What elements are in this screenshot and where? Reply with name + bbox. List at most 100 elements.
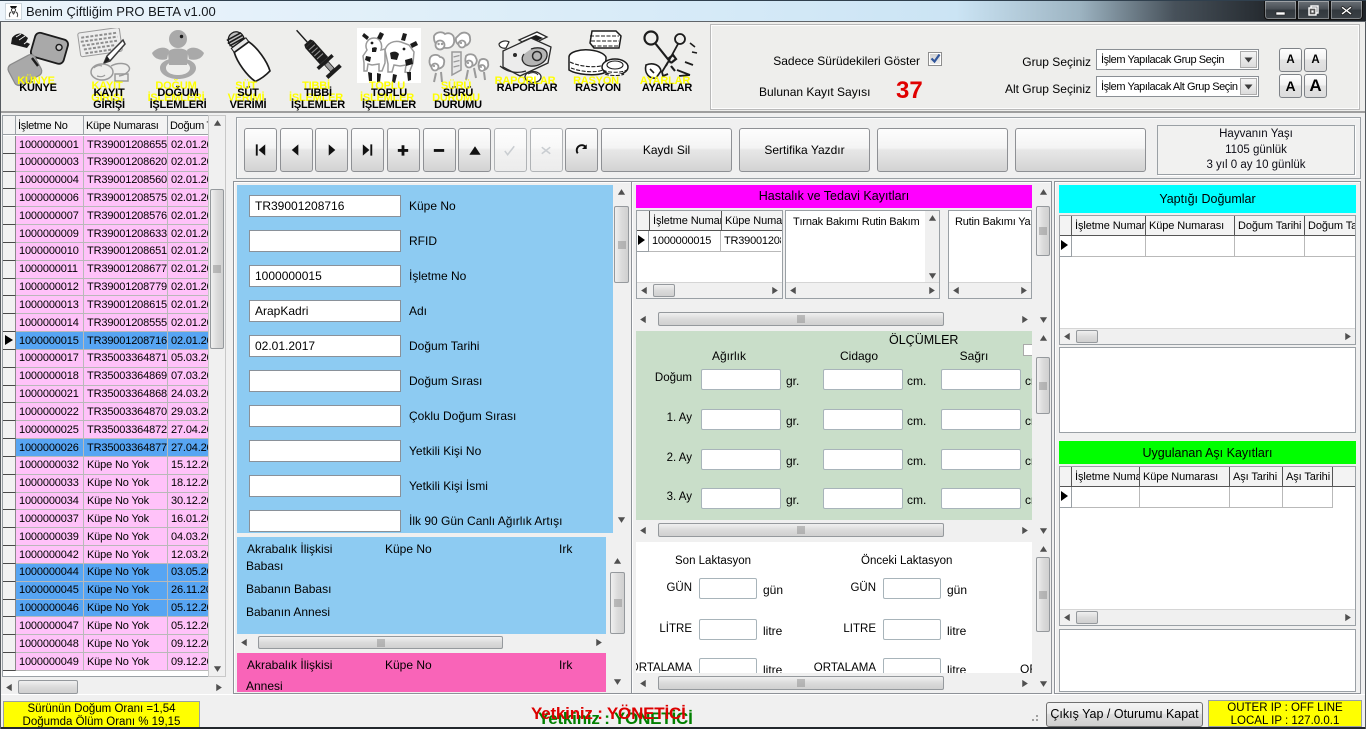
vaccines-col3[interactable]: Aşı Tarihi (1230, 467, 1283, 486)
cell-isletme-no[interactable]: 1000000048 (16, 635, 84, 653)
scroll-thumb[interactable] (258, 636, 503, 649)
cell-isletme-no[interactable]: 1000000017 (16, 350, 84, 368)
scroll-left-arrow[interactable] (636, 311, 651, 327)
animal-row[interactable]: 1000000001TR3900120865502.01.20 (3, 136, 208, 154)
scroll-down-arrow[interactable] (609, 674, 626, 689)
cell-kupe-no[interactable]: TR39001208615 (84, 296, 168, 314)
scroll-thumb[interactable] (18, 680, 78, 694)
meas-sagri-3[interactable] (941, 449, 1021, 470)
lakt-input2-2[interactable] (883, 619, 941, 640)
cell-kupe-no[interactable]: Küpe No Yok (84, 653, 168, 671)
cell-dogum-tarihi[interactable]: 30.12.20 (168, 493, 208, 511)
scroll-thumb[interactable] (1036, 206, 1050, 256)
scroll-left-arrow[interactable] (636, 522, 651, 538)
health-cell-kupe[interactable]: TR39001208 (721, 231, 781, 252)
cell-dogum-tarihi[interactable]: 02.01.20 (168, 136, 208, 154)
lakt-input-2[interactable] (699, 619, 757, 640)
cell-isletme-no[interactable]: 1000000015 (16, 332, 84, 350)
cell-isletme-no[interactable]: 1000000014 (16, 314, 84, 332)
scroll-left-arrow[interactable] (1060, 610, 1075, 625)
cell-isletme-no[interactable]: 1000000047 (16, 617, 84, 635)
meas-weight-4[interactable] (701, 488, 781, 509)
font-normal-button[interactable]: A (1304, 48, 1327, 72)
cell-kupe-no[interactable]: TR35003364871 (84, 350, 168, 368)
nav-edit-button[interactable] (458, 128, 491, 172)
health-memo-2[interactable]: Rutin Bakımı Yapı (948, 210, 1032, 299)
cell-dogum-tarihi[interactable]: 04.03.20 (168, 528, 208, 546)
cell-kupe-no[interactable]: TR39001208576 (84, 207, 168, 225)
form-field-2[interactable] (249, 230, 401, 252)
cell-kupe-no[interactable]: TR39001208560 (84, 172, 168, 190)
cell-dogum-tarihi[interactable]: 02.01.20 (168, 332, 208, 350)
cell-isletme-no[interactable]: 1000000044 (16, 564, 84, 582)
animal-row[interactable]: 1000000022TR3500336487029.03.20 (3, 403, 208, 421)
scroll-left-arrow[interactable] (637, 283, 652, 298)
cell-kupe-no[interactable]: Küpe No Yok (84, 600, 168, 618)
animal-row[interactable]: 1000000026TR3500336487727.04.20 (3, 439, 208, 457)
group-select-arrow[interactable] (1240, 51, 1257, 68)
vaccines-cell3[interactable] (1230, 487, 1283, 508)
meas-sagri-1[interactable] (941, 369, 1021, 390)
cell-kupe-no[interactable]: TR35003364868 (84, 386, 168, 404)
cell-kupe-no[interactable]: Küpe No Yok (84, 582, 168, 600)
meas-cidago-4[interactable] (823, 488, 903, 509)
animal-row[interactable]: 1000000032Küpe No Yok15.12.20 (3, 457, 208, 475)
lactation-hscrollbar[interactable] (636, 675, 1032, 691)
animal-row[interactable]: 1000000021TR3500336486824.03.20 (3, 386, 208, 404)
cell-kupe-no[interactable]: TR39001208779 (84, 279, 168, 297)
animal-row[interactable]: 1000000011TR3900120867702.01.20 (3, 261, 208, 279)
scroll-thumb[interactable] (610, 572, 625, 634)
nav-first-button[interactable] (244, 128, 277, 172)
cell-isletme-no[interactable]: 1000000045 (16, 582, 84, 600)
lakt-input2-3[interactable] (883, 658, 941, 673)
form-field-3[interactable]: 1000000015 (249, 265, 401, 287)
cell-dogum-tarihi[interactable]: 05.12.20 (168, 617, 208, 635)
scroll-down-arrow[interactable] (209, 661, 225, 676)
animal-row[interactable]: 1000000014TR3900120855502.01.20 (3, 314, 208, 332)
scroll-left-arrow[interactable] (636, 675, 651, 691)
print-certificate-button[interactable]: Sertifika Yazdır (739, 128, 870, 172)
lakt-input2-1[interactable] (883, 578, 941, 599)
health-vscrollbar[interactable] (1035, 185, 1051, 327)
scroll-left-arrow[interactable] (2, 679, 17, 695)
animal-row[interactable]: 1000000010TR3900120865102.01.20 (3, 243, 208, 261)
scroll-thumb[interactable] (658, 676, 944, 690)
scroll-thumb[interactable] (614, 206, 629, 283)
animal-row[interactable]: 1000000042Küpe No Yok12.03.20 (3, 546, 208, 564)
scroll-up-arrow[interactable] (1035, 185, 1051, 200)
cell-isletme-no[interactable]: 1000000010 (16, 243, 84, 261)
form-field-10[interactable] (249, 510, 401, 532)
lactation-vscrollbar[interactable] (1035, 542, 1051, 691)
cell-isletme-no[interactable]: 1000000018 (16, 368, 84, 386)
animal-row[interactable]: 1000000003TR3900120862002.01.20 (3, 154, 208, 172)
vaccines-grid-hscrollbar[interactable] (1060, 609, 1355, 625)
animal-row[interactable]: 1000000046Küpe No Yok05.12.20 (3, 600, 208, 618)
nav-delete-button[interactable] (423, 128, 456, 172)
health-cell-isletme[interactable]: 1000000015 (649, 231, 721, 252)
meas-weight-2[interactable] (701, 409, 781, 430)
animal-row[interactable]: 1000000025TR3500336487227.04.20 (3, 421, 208, 439)
memo1-vscrollbar[interactable] (925, 211, 939, 283)
cell-isletme-no[interactable]: 1000000003 (16, 154, 84, 172)
cell-isletme-no[interactable]: 1000000032 (16, 457, 84, 475)
births-col3[interactable]: Doğum Tarihi (1235, 216, 1305, 235)
animal-row[interactable]: 1000000048Küpe No Yok09.12.20 (3, 635, 208, 653)
scroll-left-arrow[interactable] (786, 283, 801, 298)
cell-kupe-no[interactable]: TR39001208677 (84, 261, 168, 279)
cell-isletme-no[interactable]: 1000000037 (16, 510, 84, 528)
health-memo-1[interactable]: Tırnak Bakımı Rutin Bakım (785, 210, 940, 299)
nav-post-button[interactable] (494, 128, 527, 172)
measurements-hscrollbar[interactable] (636, 522, 1032, 538)
scroll-thumb[interactable] (1036, 557, 1050, 632)
animal-row[interactable]: 1000000013TR3900120861502.01.20 (3, 296, 208, 314)
cell-isletme-no[interactable]: 1000000013 (16, 296, 84, 314)
vaccines-cell2[interactable] (1140, 487, 1230, 508)
cell-isletme-no[interactable]: 1000000001 (16, 136, 84, 154)
births-grid-hscrollbar[interactable] (1060, 328, 1355, 344)
scroll-right-arrow[interactable] (1017, 311, 1032, 327)
cell-kupe-no[interactable]: TR39001208651 (84, 243, 168, 261)
nav-next-button[interactable] (315, 128, 348, 172)
col-dogum-tarihi[interactable]: Doğum T (168, 116, 209, 134)
blank-button-1[interactable] (877, 128, 1008, 172)
cell-dogum-tarihi[interactable]: 05.03.20 (168, 350, 208, 368)
